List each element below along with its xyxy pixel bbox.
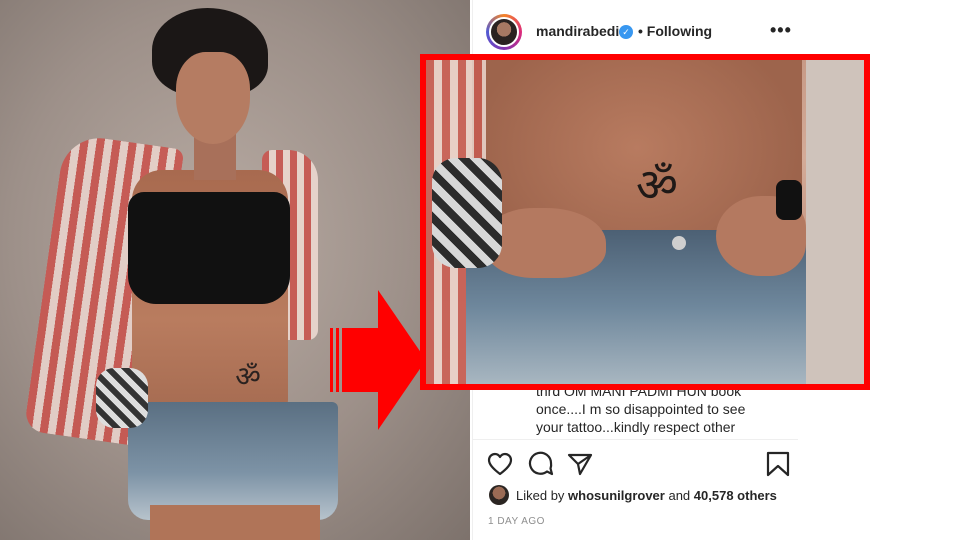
zoom-bracelet: [432, 158, 502, 268]
legs: [150, 505, 320, 540]
sports-top: [128, 192, 290, 304]
more-options-icon[interactable]: •••: [770, 20, 792, 41]
liked-by-avatar[interactable]: [489, 485, 509, 505]
zoomed-tattoo-highlight: ॐ: [420, 54, 870, 390]
zoom-left-hand: [486, 208, 606, 278]
comment-icon[interactable]: [527, 450, 555, 478]
post-caption: thrd OM MANI PADMI HUN book once....I m …: [536, 382, 786, 436]
username-link[interactable]: mandirabedi: [536, 23, 619, 39]
face: [176, 52, 250, 144]
caption-line: once....I m so disappointed to see: [536, 401, 746, 417]
denim-shorts: [128, 402, 338, 520]
likes-count-link[interactable]: 40,578 others: [694, 488, 777, 503]
red-arrow-icon: [330, 290, 426, 430]
om-tattoo: ॐ: [235, 360, 261, 393]
share-icon[interactable]: [566, 450, 594, 478]
bookmark-icon[interactable]: [764, 450, 792, 478]
zoom-om-tattoo: ॐ: [636, 158, 678, 212]
zoom-background: [806, 60, 864, 384]
liked-by-and: and: [668, 488, 691, 503]
likes-summary: Liked by whosunilgrover and 40,578 other…: [516, 488, 777, 503]
following-status[interactable]: • Following: [638, 23, 712, 39]
verified-badge-icon: ✓: [619, 25, 633, 39]
heart-icon[interactable]: [486, 450, 514, 478]
liked-by-user-link[interactable]: whosunilgrover: [568, 488, 665, 503]
profile-avatar[interactable]: [486, 14, 522, 50]
caption-line: your tattoo...kindly respect other: [536, 419, 736, 435]
bracelet: [96, 368, 148, 428]
divider: [472, 439, 798, 440]
post-timestamp[interactable]: 1 DAY AGO: [488, 516, 545, 527]
zoom-watch: [776, 180, 802, 220]
zoom-shorts-button: [672, 236, 686, 250]
liked-by-prefix: Liked by: [516, 488, 565, 503]
main-photo: ॐ: [0, 0, 470, 540]
